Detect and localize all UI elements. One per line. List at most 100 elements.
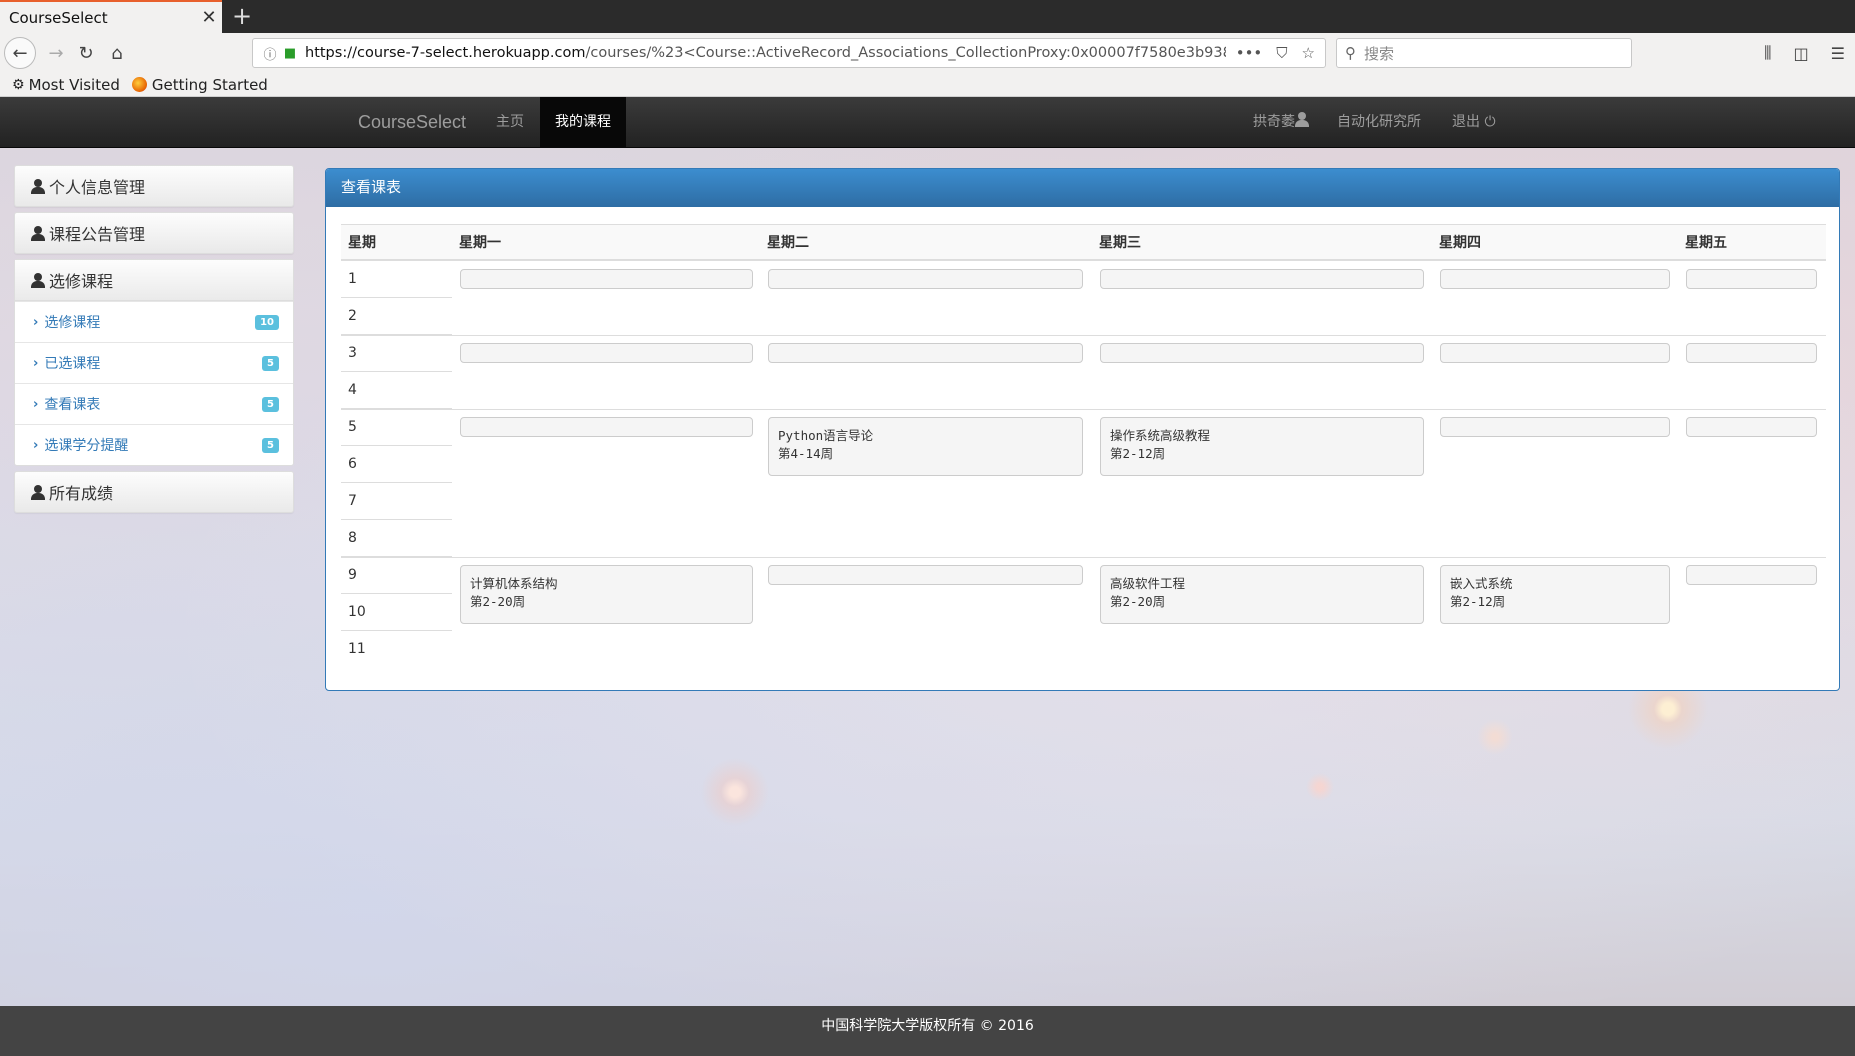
browser-navbar: ← → ↻ ⌂ ⓘ ■ https://course-7-select.hero… <box>0 33 1855 73</box>
course-name: 嵌入式系统 <box>1450 576 1513 591</box>
nav-my-courses[interactable]: 我的课程 <box>540 97 626 148</box>
url-bar[interactable]: ⓘ ■ https://course-7-select.herokuapp.co… <box>252 38 1326 68</box>
search-placeholder: 搜索 <box>1364 44 1395 63</box>
schedule-course-cell[interactable]: 高级软件工程 第2-20周 <box>1100 565 1424 624</box>
sidebar-elective-group: 选修课程 › 选修课程 10 › 已选课程 5 › 查看课表 5 › 选课学分提… <box>14 259 294 466</box>
home-icon[interactable]: ⌂ <box>101 37 133 69</box>
sidebar-item-label: 选课学分提醒 <box>44 438 129 454</box>
url-host: https://course-7-select.herokuapp.com <box>305 45 586 61</box>
reload-icon[interactable]: ↻ <box>70 37 102 69</box>
course-weeks: 第2-20周 <box>470 594 526 609</box>
top-navbar: CourseSelect 主页 我的课程 拱奇萎 自动化研究所 退出 ⏻ <box>0 97 1855 148</box>
chevron-right-icon: › <box>33 396 39 412</box>
schedule-cell-empty[interactable] <box>1686 269 1817 289</box>
footer: 中国科学院大学版权所有 © 2016 <box>0 1006 1855 1056</box>
schedule-cell-empty[interactable] <box>1686 343 1817 363</box>
schedule-course-cell[interactable]: 计算机体系结构 第2-20周 <box>460 565 753 624</box>
schedule-cell-empty[interactable] <box>460 343 753 363</box>
sidebar-label: 选修课程 <box>49 272 114 291</box>
pocket-icon[interactable]: ⛉ <box>1276 44 1287 62</box>
schedule-cell-empty[interactable] <box>1686 565 1817 585</box>
schedule-course-cell[interactable]: Python语言导论 第4-14周 <box>768 417 1083 476</box>
course-weeks: 第2-20周 <box>1110 594 1166 609</box>
count-badge: 5 <box>262 355 279 371</box>
bookmark-most-visited[interactable]: ⚙ Most Visited <box>12 76 120 94</box>
new-tab-button[interactable]: + <box>230 0 254 33</box>
schedule-header-row: 星期 星期一 星期二 星期三 星期四 星期五 <box>341 224 1826 261</box>
chevron-right-icon: › <box>33 314 39 330</box>
sidebar-elective[interactable]: 选修课程 <box>15 260 293 301</box>
sidebar-item-selected-courses[interactable]: › 已选课程 5 <box>15 342 293 383</box>
schedule-cell-empty[interactable] <box>1440 269 1670 289</box>
firefox-icon <box>131 77 147 92</box>
schedule-cell-empty[interactable] <box>460 269 753 289</box>
footer-copyright: 中国科学院大学版权所有 © 2016 <box>821 1018 1034 1034</box>
column-header-wednesday: 星期三 <box>1099 235 1141 251</box>
url-text[interactable]: https://course-7-select.herokuapp.com/co… <box>305 45 1226 61</box>
bookmark-label: Most Visited <box>28 75 120 94</box>
tab-title: CourseSelect <box>9 8 108 27</box>
user-icon <box>1295 112 1309 127</box>
nav-institute[interactable]: 自动化研究所 <box>1322 97 1436 148</box>
schedule-cell-empty[interactable] <box>1686 417 1817 437</box>
schedule-cell-empty[interactable] <box>1440 417 1670 437</box>
row-group-divider <box>341 557 1826 558</box>
bookmark-getting-started[interactable]: Getting Started <box>131 75 268 94</box>
nav-logout[interactable]: 退出 ⏻ <box>1437 97 1511 148</box>
browser-tab[interactable]: CourseSelect ✕ <box>0 0 222 33</box>
period-label: 2 <box>341 298 452 335</box>
gear-icon: ⚙ <box>12 76 25 93</box>
user-name: 拱奇萎 <box>1253 114 1295 130</box>
period-label: 9 <box>341 557 452 594</box>
sidebar-personal[interactable]: 个人信息管理 <box>14 165 294 207</box>
course-weeks: 第2-12周 <box>1110 446 1166 461</box>
bookmark-star-icon[interactable]: ☆ <box>1302 44 1315 62</box>
search-icon: ⚲ <box>1345 44 1356 62</box>
info-icon[interactable]: ⓘ <box>259 44 281 63</box>
schedule-panel: 查看课表 星期 星期一 星期二 星期三 星期四 星期五 1 2 3 4 5 6 … <box>325 168 1840 691</box>
tab-close-icon[interactable]: ✕ <box>196 7 222 28</box>
nav-user[interactable]: 拱奇萎 <box>1238 97 1328 148</box>
period-label: 5 <box>341 409 452 446</box>
schedule-cell-empty[interactable] <box>1100 343 1424 363</box>
back-icon[interactable]: ← <box>4 37 36 69</box>
user-icon <box>31 485 45 500</box>
page-actions-icon[interactable]: ••• <box>1236 44 1263 62</box>
sidebar-item-label: 已选课程 <box>44 356 101 372</box>
sidebar-item-credit-reminder[interactable]: › 选课学分提醒 5 <box>15 424 293 465</box>
course-name: 计算机体系结构 <box>470 576 558 591</box>
sidebar-announcements[interactable]: 课程公告管理 <box>14 212 294 254</box>
schedule-course-cell[interactable]: 嵌入式系统 第2-12周 <box>1440 565 1670 624</box>
schedule-cell-empty[interactable] <box>1100 269 1424 289</box>
row-group-divider <box>341 335 1826 336</box>
sidebar: 个人信息管理 课程公告管理 选修课程 › 选修课程 10 › 已选课程 5 › … <box>14 165 294 513</box>
chevron-right-icon: › <box>33 355 39 371</box>
schedule-cell-empty[interactable] <box>460 417 753 437</box>
count-badge: 10 <box>255 314 279 330</box>
schedule-cell-empty[interactable] <box>768 269 1083 289</box>
course-name: 高级软件工程 <box>1110 576 1186 591</box>
column-header-tuesday: 星期二 <box>767 235 809 251</box>
schedule-course-cell[interactable]: 操作系统高级教程 第2-12周 <box>1100 417 1424 476</box>
period-label: 8 <box>341 520 452 557</box>
sidebar-toggle-icon[interactable]: ◫ <box>1794 44 1809 63</box>
bookmark-label: Getting Started <box>151 75 268 94</box>
library-icon[interactable]: ⫼ <box>1764 43 1771 63</box>
forward-icon[interactable]: → <box>40 37 72 69</box>
sidebar-label: 课程公告管理 <box>49 225 146 244</box>
bookmarks-bar: ⚙ Most Visited Getting Started <box>0 73 1855 97</box>
search-input[interactable]: ⚲ 搜索 <box>1336 38 1632 68</box>
sidebar-item-view-schedule[interactable]: › 查看课表 5 <box>15 383 293 424</box>
schedule-cell-empty[interactable] <box>1440 343 1670 363</box>
sidebar-grades[interactable]: 所有成绩 <box>14 471 294 513</box>
column-header-thursday: 星期四 <box>1439 235 1481 251</box>
lock-icon: ■ <box>283 45 297 61</box>
schedule-cell-empty[interactable] <box>768 343 1083 363</box>
power-icon: ⏻ <box>1484 114 1496 130</box>
nav-home[interactable]: 主页 <box>481 97 539 148</box>
brand-link[interactable]: CourseSelect <box>358 97 466 148</box>
schedule-cell-empty[interactable] <box>768 565 1083 585</box>
period-label: 4 <box>341 372 452 409</box>
menu-icon[interactable]: ☰ <box>1831 44 1845 63</box>
sidebar-item-elective-courses[interactable]: › 选修课程 10 <box>15 301 293 342</box>
